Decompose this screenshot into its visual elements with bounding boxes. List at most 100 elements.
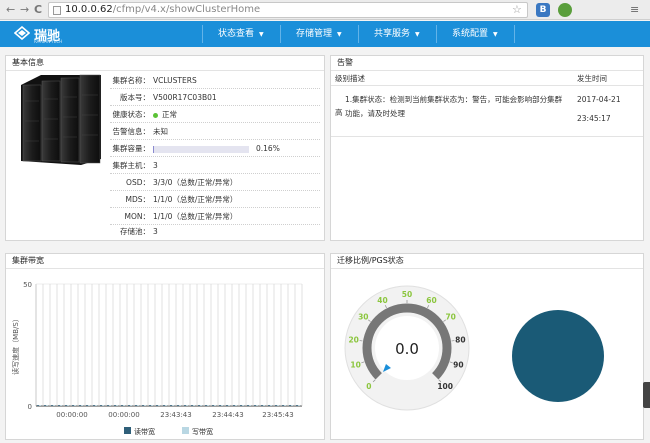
bar: [219, 405, 221, 406]
bar: [179, 405, 182, 406]
bar: [156, 405, 158, 406]
bar: [191, 405, 193, 406]
x-tick-label: 00:00:00: [108, 411, 139, 419]
browser-menu-icon[interactable]: ≡: [630, 3, 639, 16]
bar: [284, 405, 287, 406]
legend-label: 读带宽: [134, 427, 155, 436]
alarm-level: 高: [335, 108, 343, 117]
bar: [212, 405, 214, 406]
nav-separator: [202, 25, 203, 43]
chevron-down-icon: ▼: [415, 31, 420, 38]
legend-swatch: [124, 427, 131, 434]
health-status: 正常: [153, 107, 177, 123]
bar: [74, 405, 77, 406]
gauge-tick-label: 10: [350, 361, 360, 370]
legend-label: 写带宽: [192, 427, 213, 436]
nav-config[interactable]: 系统配置 ▼: [452, 21, 498, 47]
alarm-date: 2017-04-21: [577, 95, 621, 104]
chevron-down-icon: ▼: [259, 31, 264, 38]
bar: [39, 405, 42, 406]
x-tick-label: 23:45:43: [262, 411, 293, 419]
info-row-health: 健康状态： 正常: [110, 107, 320, 123]
y-tick-label: 0: [28, 403, 32, 411]
bar: [275, 405, 277, 406]
nav-separator: [436, 25, 437, 43]
bar: [268, 405, 270, 406]
y-axis-label: 读写速度（MB/S）: [11, 315, 20, 375]
reload-button[interactable]: C: [34, 3, 42, 17]
bar: [67, 405, 70, 406]
info-label: 告警信息：: [112, 127, 151, 136]
info-value: 未知: [153, 127, 168, 136]
bar: [198, 405, 200, 406]
nav-status[interactable]: 状态查看 ▼: [218, 21, 264, 47]
info-value: 1/1/0（总数/正常/异常）: [153, 195, 238, 204]
bar: [200, 405, 203, 406]
info-row-mon: MON： 1/1/0（总数/正常/异常）: [110, 209, 320, 225]
bar: [282, 405, 284, 406]
chevron-down-icon: ▼: [337, 31, 342, 38]
bookmark-star-icon[interactable]: ☆: [512, 3, 522, 16]
browser-toolbar: ← → C 10.0.0.62/cfmp/v4.x/showClusterHom…: [0, 0, 650, 20]
side-tab[interactable]: [643, 382, 650, 408]
bar: [242, 405, 245, 406]
bar: [128, 405, 130, 406]
address-bar[interactable]: 10.0.0.62/cfmp/v4.x/showClusterHome: [48, 2, 528, 18]
bar: [151, 405, 154, 406]
logo-mark-icon: [14, 26, 30, 40]
info-row-hosts: 集群主机： 3: [110, 158, 320, 174]
bar: [261, 405, 263, 406]
x-tick-label: 00:00:00: [56, 411, 87, 419]
extension-2-icon[interactable]: [558, 3, 572, 17]
nav-share[interactable]: 共享服务 ▼: [374, 21, 420, 47]
info-label: 版本号：: [120, 93, 150, 102]
gauge-tick-label: 90: [453, 361, 463, 370]
bar: [53, 405, 56, 406]
nav-storage[interactable]: 存储管理 ▼: [296, 21, 342, 47]
bar: [79, 405, 81, 406]
forward-button[interactable]: →: [20, 3, 29, 17]
info-value: 3/3/0（总数/正常/异常）: [153, 178, 238, 187]
nav-separator: [280, 25, 281, 43]
panel-title: 迁移比例/PGS状态: [331, 254, 643, 269]
info-label: MON：: [124, 212, 151, 221]
basic-info-panel: 基本信息 集群名称： VCLUSTERS 版本号： V500R17C03B01 …: [5, 55, 325, 241]
info-value: VCLUSTERS: [153, 76, 197, 85]
panel-title: 告警: [331, 56, 643, 71]
bar: [221, 405, 224, 406]
bar: [233, 405, 235, 406]
bar: [60, 405, 63, 406]
capacity-percent: 0.16%: [256, 144, 280, 153]
info-row-pools: 存储池： 3: [110, 224, 320, 240]
bar: [86, 405, 88, 406]
info-value: V500R17C03B01: [153, 93, 217, 102]
app-header: 瑞驰 RAYUAN TECH 状态查看 ▼ 存储管理 ▼ 共享服务 ▼ 系统配置 ▼: [0, 21, 650, 47]
info-label: 集群容量：: [112, 144, 151, 153]
chevron-down-icon: ▼: [493, 31, 498, 38]
bandwidth-panel: 集群带宽 50 0 读写速度（MB/S） 00:00:00 00:00:00 23:43:…: [5, 253, 325, 440]
x-tick-label: 23:44:43: [212, 411, 243, 419]
bar: [291, 405, 294, 406]
bar: [114, 405, 116, 406]
bar: [95, 405, 98, 406]
info-label: 集群名称：: [112, 76, 151, 85]
bar: [277, 405, 280, 406]
y-tick-label: 50: [23, 281, 32, 289]
table-row[interactable]: 高 1.集群状态：检测到当前集群状态为：警告，可能会影响部分集群功能，请及时处理…: [331, 87, 643, 137]
bar: [88, 405, 91, 406]
nav-config-label: 系统配置: [452, 29, 489, 39]
url-path: /cfmp/v4.x/showClusterHome: [112, 4, 261, 15]
bar: [163, 405, 165, 406]
bar: [102, 405, 105, 406]
alarm-panel: 告警 级别描述 发生时间 高 1.集群状态：检测到当前集群状态为：警告，可能会影…: [330, 55, 644, 241]
nav-separator: [358, 25, 359, 43]
back-button[interactable]: ←: [6, 3, 15, 17]
bar: [207, 405, 210, 406]
info-label: OSD：: [126, 178, 150, 187]
info-row-osd: OSD： 3/3/0（总数/正常/异常）: [110, 175, 320, 191]
gauge-tick-label: 70: [445, 312, 455, 321]
migration-gauge: 0 10 20 30 40 50 60 70 80 90 100 0.0: [344, 285, 470, 411]
info-value: 3: [153, 227, 158, 236]
bar: [193, 405, 196, 406]
extension-icon[interactable]: B: [536, 3, 550, 17]
